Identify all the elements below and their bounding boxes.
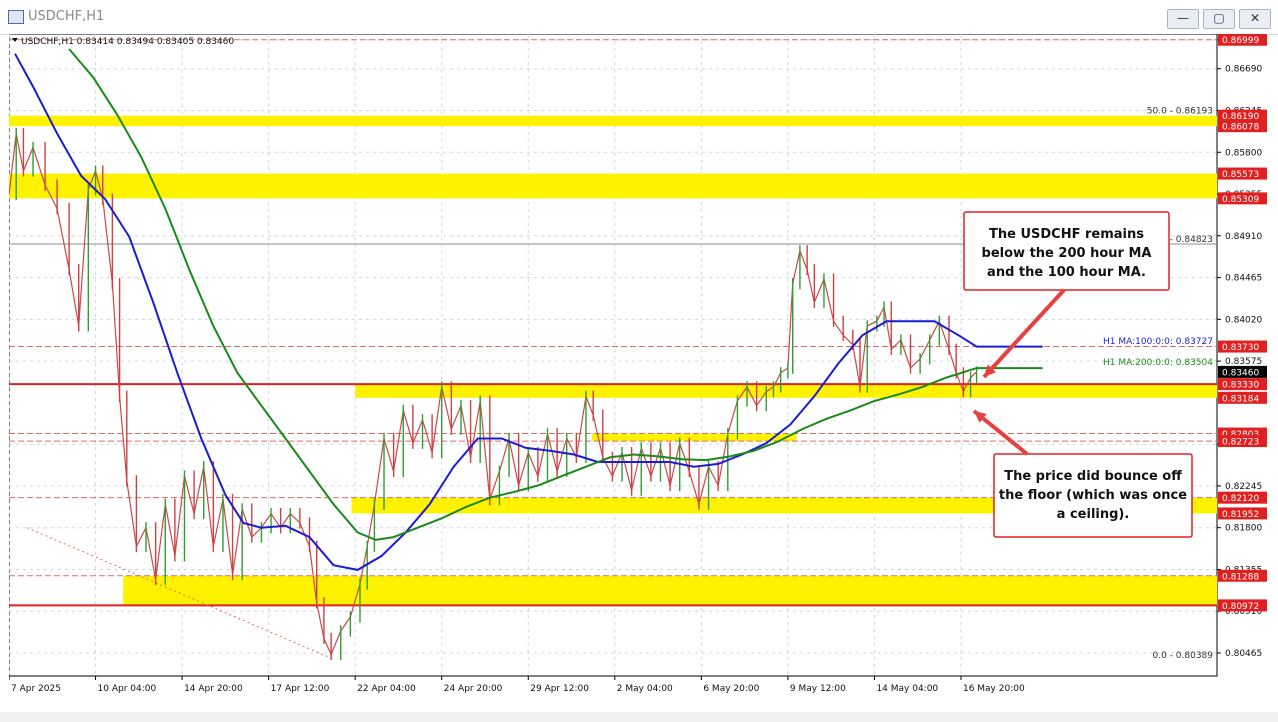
- support-resistance-zone: [123, 575, 1218, 606]
- x-tick-label: 9 May 12:00: [790, 684, 846, 694]
- x-tick-label: 16 May 20:00: [963, 684, 1025, 694]
- ma-100-label: H1 MA:100:0:0: 0.83727: [1103, 337, 1213, 347]
- price-badge-text: 0.83330: [1222, 381, 1259, 391]
- x-tick-label: 14 Apr 20:00: [184, 684, 243, 694]
- price-badge-text: 0.85573: [1222, 170, 1259, 180]
- support-resistance-zone: [9, 115, 1217, 127]
- close-button[interactable]: ✕: [1239, 9, 1271, 29]
- price-badge-text: 0.82723: [1222, 438, 1259, 448]
- y-tick-label: 0.84465: [1225, 274, 1262, 284]
- y-tick-label: 0.84020: [1225, 315, 1262, 325]
- x-tick-label: 29 Apr 12:00: [530, 684, 589, 694]
- x-tick-label: 6 May 20:00: [703, 684, 759, 694]
- y-tick-label: 0.82245: [1225, 482, 1262, 492]
- chart-area: H1 MA:100:0:0: 0.83727 H1 MA:200:0:0: 0.8…: [8, 33, 1277, 712]
- fib-label: 0.0 - 0.80389: [1153, 651, 1214, 661]
- x-tick-label: 22 Apr 04:00: [357, 684, 416, 694]
- y-tick-label: 0.85800: [1225, 148, 1262, 158]
- y-tick-label: 0.81800: [1225, 524, 1262, 534]
- x-tick-label: 17 Apr 12:00: [271, 684, 330, 694]
- minimize-button[interactable]: —: [1167, 9, 1199, 29]
- y-tick-label: 0.80465: [1225, 649, 1262, 659]
- fib-label: 50.0 - 0.86193: [1147, 106, 1213, 116]
- x-tick-label: 14 May 04:00: [876, 684, 938, 694]
- window-title: USDCHF,H1: [28, 9, 105, 24]
- window-title-bar: USDCHF,H1 — ▢ ✕: [0, 0, 1278, 35]
- annotation-text: a ceiling).: [1057, 507, 1130, 522]
- price-badge-text: 0.86999: [1222, 36, 1259, 46]
- price-badge-text: 0.81952: [1222, 510, 1259, 520]
- current-price-text: 0.83460: [1222, 368, 1259, 378]
- price-badge-text: 0.85309: [1222, 195, 1259, 205]
- annotation-text: The USDCHF remains: [989, 227, 1144, 242]
- x-tick-label: 10 Apr 04:00: [98, 684, 157, 694]
- price-badge-text: 0.86078: [1222, 123, 1259, 133]
- annotation-text: The price did bounce off: [1004, 469, 1182, 484]
- support-resistance-zone: [355, 384, 1217, 398]
- maximize-button[interactable]: ▢: [1203, 9, 1235, 29]
- price-badge-text: 0.83184: [1222, 394, 1259, 404]
- symbol-info: USDCHF,H1 0.83414 0.83494 0.83405 0.8346…: [21, 37, 234, 47]
- annotation-text: the floor (which was once: [999, 488, 1187, 503]
- y-tick-label: 0.83575: [1225, 357, 1262, 367]
- y-tick-label: 0.84910: [1225, 232, 1262, 242]
- annotation-text: below the 200 hour MA: [982, 246, 1152, 261]
- support-resistance-zone: [591, 433, 797, 442]
- price-badge-text: 0.81288: [1222, 572, 1259, 582]
- x-tick-label: 24 Apr 20:00: [444, 684, 503, 694]
- price-chart: H1 MA:100:0:0: 0.83727 H1 MA:200:0:0: 0.8…: [8, 33, 1267, 694]
- support-resistance-zone: [9, 173, 1217, 199]
- x-tick-label: 7 Apr 2025: [11, 684, 61, 694]
- status-strip: [0, 712, 1278, 722]
- price-badge-text: 0.83730: [1222, 343, 1259, 353]
- ma-200-label: H1 MA:200:0:0: 0.83504: [1103, 358, 1213, 368]
- x-tick-label: 2 May 04:00: [617, 684, 673, 694]
- chart-window-icon: [8, 10, 24, 24]
- price-badge-text: 0.80972: [1222, 602, 1259, 612]
- price-badge-text: 0.82120: [1222, 494, 1259, 504]
- y-tick-label: 0.86690: [1225, 65, 1262, 75]
- annotation-text: and the 100 hour MA.: [987, 265, 1146, 280]
